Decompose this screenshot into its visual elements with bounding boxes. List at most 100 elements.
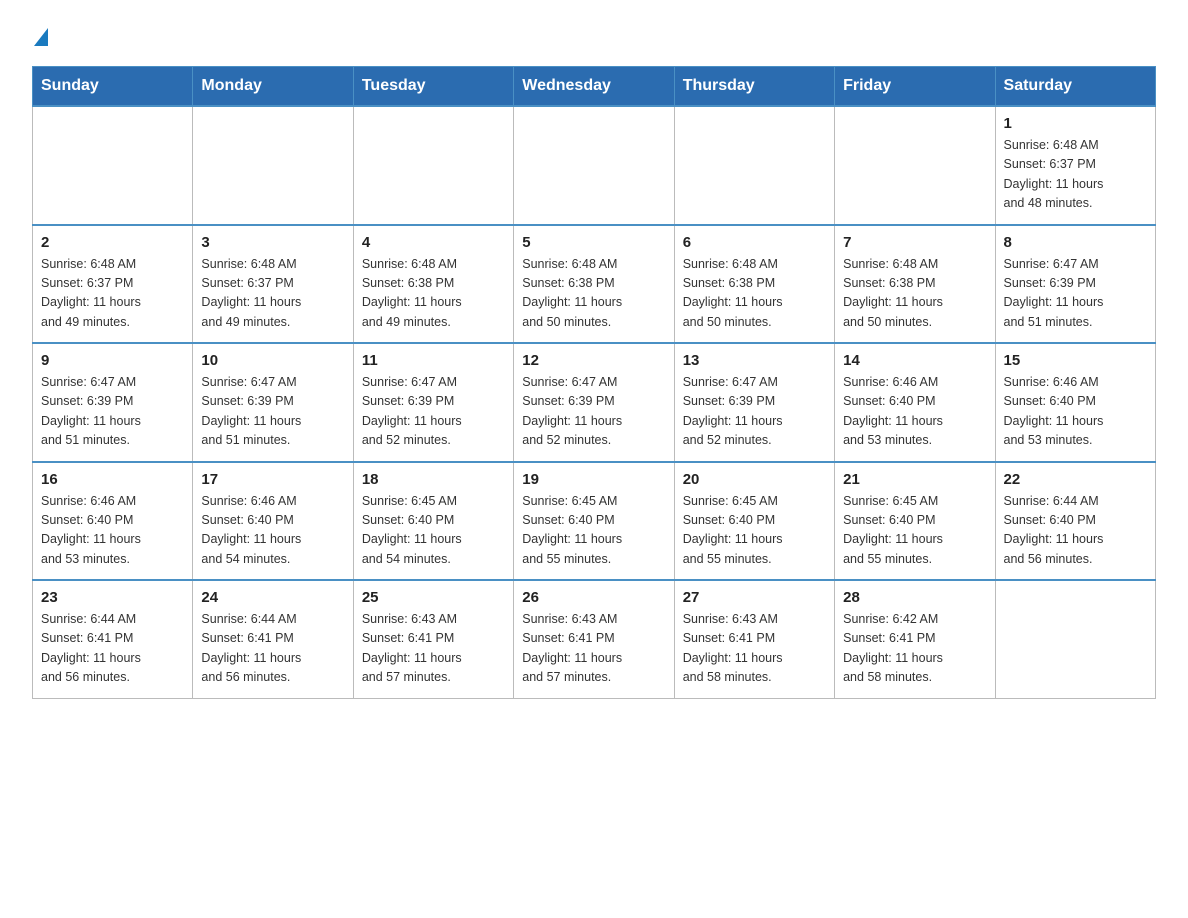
day-info: Sunrise: 6:48 AMSunset: 6:38 PMDaylight:… [522, 255, 665, 333]
day-info: Sunrise: 6:48 AMSunset: 6:37 PMDaylight:… [201, 255, 344, 333]
day-info: Sunrise: 6:47 AMSunset: 6:39 PMDaylight:… [1004, 255, 1147, 333]
day-number: 28 [843, 589, 986, 606]
calendar-cell: 9Sunrise: 6:47 AMSunset: 6:39 PMDaylight… [33, 343, 193, 462]
day-number: 13 [683, 352, 826, 369]
calendar-cell: 8 Sunrise: 6:47 AMSunset: 6:39 PMDaylight… [995, 225, 1155, 344]
weekday-header-saturday: Saturday [995, 67, 1155, 107]
day-info: Sunrise: 6:48 AMSunset: 6:37 PMDaylight:… [41, 255, 184, 333]
calendar-cell: 5 Sunrise: 6:48 AMSunset: 6:38 PMDaylight… [514, 225, 674, 344]
day-info: Sunrise: 6:45 AMSunset: 6:40 PMDaylight:… [362, 492, 505, 570]
day-number: 15 [1004, 352, 1147, 369]
day-info: Sunrise: 6:46 AMSunset: 6:40 PMDaylight:… [41, 492, 184, 570]
calendar-cell [353, 106, 513, 225]
day-info: Sunrise: 6:46 AMSunset: 6:40 PMDaylight:… [1004, 373, 1147, 451]
page-header [32, 24, 1156, 46]
calendar-cell [995, 580, 1155, 698]
calendar-cell: 23 Sunrise: 6:44 AMSunset: 6:41 PMDayligh… [33, 580, 193, 698]
calendar-cell: 20 Sunrise: 6:45 AMSunset: 6:40 PMDayligh… [674, 462, 834, 581]
day-info: Sunrise: 6:47 AMSunset: 6:39 PMDaylight:… [41, 373, 184, 451]
day-info: Sunrise: 6:44 AMSunset: 6:41 PMDaylight:… [201, 610, 344, 688]
calendar-cell: 21 Sunrise: 6:45 AMSunset: 6:40 PMDayligh… [835, 462, 995, 581]
calendar-cell [193, 106, 353, 225]
day-info: Sunrise: 6:46 AMSunset: 6:40 PMDaylight:… [201, 492, 344, 570]
weekday-header-wednesday: Wednesday [514, 67, 674, 107]
day-info: Sunrise: 6:47 AMSunset: 6:39 PMDaylight:… [522, 373, 665, 451]
calendar-cell: 26 Sunrise: 6:43 AMSunset: 6:41 PMDayligh… [514, 580, 674, 698]
day-number: 19 [522, 471, 665, 488]
weekday-header-tuesday: Tuesday [353, 67, 513, 107]
day-number: 16 [41, 471, 184, 488]
day-info: Sunrise: 6:42 AMSunset: 6:41 PMDaylight:… [843, 610, 986, 688]
calendar-cell: 12 Sunrise: 6:47 AMSunset: 6:39 PMDayligh… [514, 343, 674, 462]
calendar-cell [674, 106, 834, 225]
day-number: 21 [843, 471, 986, 488]
weekday-header-friday: Friday [835, 67, 995, 107]
day-number: 26 [522, 589, 665, 606]
day-info: Sunrise: 6:44 AMSunset: 6:40 PMDaylight:… [1004, 492, 1147, 570]
calendar-cell [33, 106, 193, 225]
calendar-cell: 3 Sunrise: 6:48 AMSunset: 6:37 PMDaylight… [193, 225, 353, 344]
calendar-cell: 14 Sunrise: 6:46 AMSunset: 6:40 PMDayligh… [835, 343, 995, 462]
day-number: 23 [41, 589, 184, 606]
calendar-cell: 18 Sunrise: 6:45 AMSunset: 6:40 PMDayligh… [353, 462, 513, 581]
day-number: 25 [362, 589, 505, 606]
day-number: 4 [362, 234, 505, 251]
day-number: 24 [201, 589, 344, 606]
calendar-cell: 11Sunrise: 6:47 AMSunset: 6:39 PMDayligh… [353, 343, 513, 462]
calendar-cell [835, 106, 995, 225]
logo [32, 24, 48, 46]
day-number: 11 [362, 352, 505, 369]
day-number: 1 [1004, 115, 1147, 132]
day-info: Sunrise: 6:46 AMSunset: 6:40 PMDaylight:… [843, 373, 986, 451]
day-info: Sunrise: 6:48 AMSunset: 6:37 PMDaylight:… [1004, 136, 1147, 214]
calendar-cell: 15 Sunrise: 6:46 AMSunset: 6:40 PMDayligh… [995, 343, 1155, 462]
calendar-cell: 7 Sunrise: 6:48 AMSunset: 6:38 PMDaylight… [835, 225, 995, 344]
day-info: Sunrise: 6:45 AMSunset: 6:40 PMDaylight:… [683, 492, 826, 570]
calendar-cell: 17 Sunrise: 6:46 AMSunset: 6:40 PMDayligh… [193, 462, 353, 581]
day-number: 5 [522, 234, 665, 251]
calendar-cell: 25 Sunrise: 6:43 AMSunset: 6:41 PMDayligh… [353, 580, 513, 698]
calendar-week-row: 23 Sunrise: 6:44 AMSunset: 6:41 PMDayligh… [33, 580, 1156, 698]
calendar-table: SundayMondayTuesdayWednesdayThursdayFrid… [32, 66, 1156, 699]
calendar-cell: 16 Sunrise: 6:46 AMSunset: 6:40 PMDayligh… [33, 462, 193, 581]
day-number: 6 [683, 234, 826, 251]
calendar-cell: 19 Sunrise: 6:45 AMSunset: 6:40 PMDayligh… [514, 462, 674, 581]
calendar-body: 1 Sunrise: 6:48 AMSunset: 6:37 PMDaylight… [33, 106, 1156, 698]
day-info: Sunrise: 6:48 AMSunset: 6:38 PMDaylight:… [683, 255, 826, 333]
day-number: 14 [843, 352, 986, 369]
day-number: 27 [683, 589, 826, 606]
day-number: 12 [522, 352, 665, 369]
calendar-cell: 6 Sunrise: 6:48 AMSunset: 6:38 PMDaylight… [674, 225, 834, 344]
day-info: Sunrise: 6:48 AMSunset: 6:38 PMDaylight:… [843, 255, 986, 333]
day-info: Sunrise: 6:47 AMSunset: 6:39 PMDaylight:… [201, 373, 344, 451]
calendar-cell: 28 Sunrise: 6:42 AMSunset: 6:41 PMDayligh… [835, 580, 995, 698]
calendar-cell [514, 106, 674, 225]
day-info: Sunrise: 6:43 AMSunset: 6:41 PMDaylight:… [362, 610, 505, 688]
day-number: 20 [683, 471, 826, 488]
weekday-header-row: SundayMondayTuesdayWednesdayThursdayFrid… [33, 67, 1156, 107]
calendar-cell: 13Sunrise: 6:47 AMSunset: 6:39 PMDayligh… [674, 343, 834, 462]
calendar-cell: 2Sunrise: 6:48 AMSunset: 6:37 PMDaylight… [33, 225, 193, 344]
day-number: 8 [1004, 234, 1147, 251]
day-info: Sunrise: 6:48 AMSunset: 6:38 PMDaylight:… [362, 255, 505, 333]
day-info: Sunrise: 6:43 AMSunset: 6:41 PMDaylight:… [522, 610, 665, 688]
calendar-cell: 22 Sunrise: 6:44 AMSunset: 6:40 PMDayligh… [995, 462, 1155, 581]
day-number: 3 [201, 234, 344, 251]
calendar-cell: 4 Sunrise: 6:48 AMSunset: 6:38 PMDaylight… [353, 225, 513, 344]
calendar-cell: 27Sunrise: 6:43 AMSunset: 6:41 PMDayligh… [674, 580, 834, 698]
day-info: Sunrise: 6:44 AMSunset: 6:41 PMDaylight:… [41, 610, 184, 688]
day-number: 10 [201, 352, 344, 369]
calendar-week-row: 2Sunrise: 6:48 AMSunset: 6:37 PMDaylight… [33, 225, 1156, 344]
calendar-cell: 24 Sunrise: 6:44 AMSunset: 6:41 PMDayligh… [193, 580, 353, 698]
day-info: Sunrise: 6:45 AMSunset: 6:40 PMDaylight:… [843, 492, 986, 570]
logo-triangle-icon [34, 28, 48, 46]
calendar-week-row: 16 Sunrise: 6:46 AMSunset: 6:40 PMDayligh… [33, 462, 1156, 581]
day-number: 18 [362, 471, 505, 488]
day-number: 17 [201, 471, 344, 488]
weekday-header-monday: Monday [193, 67, 353, 107]
day-info: Sunrise: 6:45 AMSunset: 6:40 PMDaylight:… [522, 492, 665, 570]
day-number: 22 [1004, 471, 1147, 488]
day-number: 7 [843, 234, 986, 251]
weekday-header-thursday: Thursday [674, 67, 834, 107]
weekday-header-sunday: Sunday [33, 67, 193, 107]
